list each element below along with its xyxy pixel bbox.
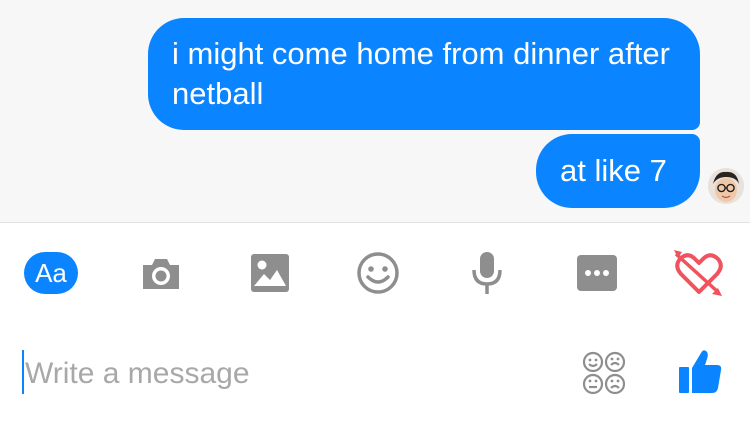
message-bubble[interactable]: i might come home from dinner after netb… [148, 18, 700, 130]
heart-reaction-button[interactable] [672, 248, 726, 298]
image-icon [251, 254, 289, 292]
thumbs-up-icon [679, 350, 722, 393]
avatar[interactable] [708, 168, 744, 204]
text-format-button[interactable]: Aa [24, 248, 78, 298]
avatar-image [708, 168, 744, 204]
message-bubble[interactable]: at like 7 [536, 134, 700, 208]
stickers-button[interactable] [578, 350, 630, 396]
emoji-icon [357, 252, 399, 294]
text-format-label: Aa [24, 252, 78, 294]
message-text: at like 7 [560, 153, 667, 188]
like-button[interactable] [676, 346, 724, 396]
camera-button[interactable] [136, 248, 186, 298]
emoji-button[interactable] [353, 248, 403, 298]
gallery-button[interactable] [245, 248, 295, 298]
stickers-icon [582, 351, 626, 395]
microphone-button[interactable] [462, 248, 512, 298]
camera-icon [143, 259, 179, 289]
composer-toolbar: Aa [0, 222, 750, 320]
message-text: i might come home from dinner after netb… [172, 36, 670, 111]
heart-arrow-icon [674, 250, 723, 296]
text-caret [22, 350, 24, 394]
message-thread: i might come home from dinner after netb… [0, 0, 750, 223]
more-icon [577, 255, 617, 291]
more-button[interactable] [572, 248, 622, 298]
message-input[interactable] [25, 352, 545, 396]
microphone-icon [472, 252, 502, 294]
